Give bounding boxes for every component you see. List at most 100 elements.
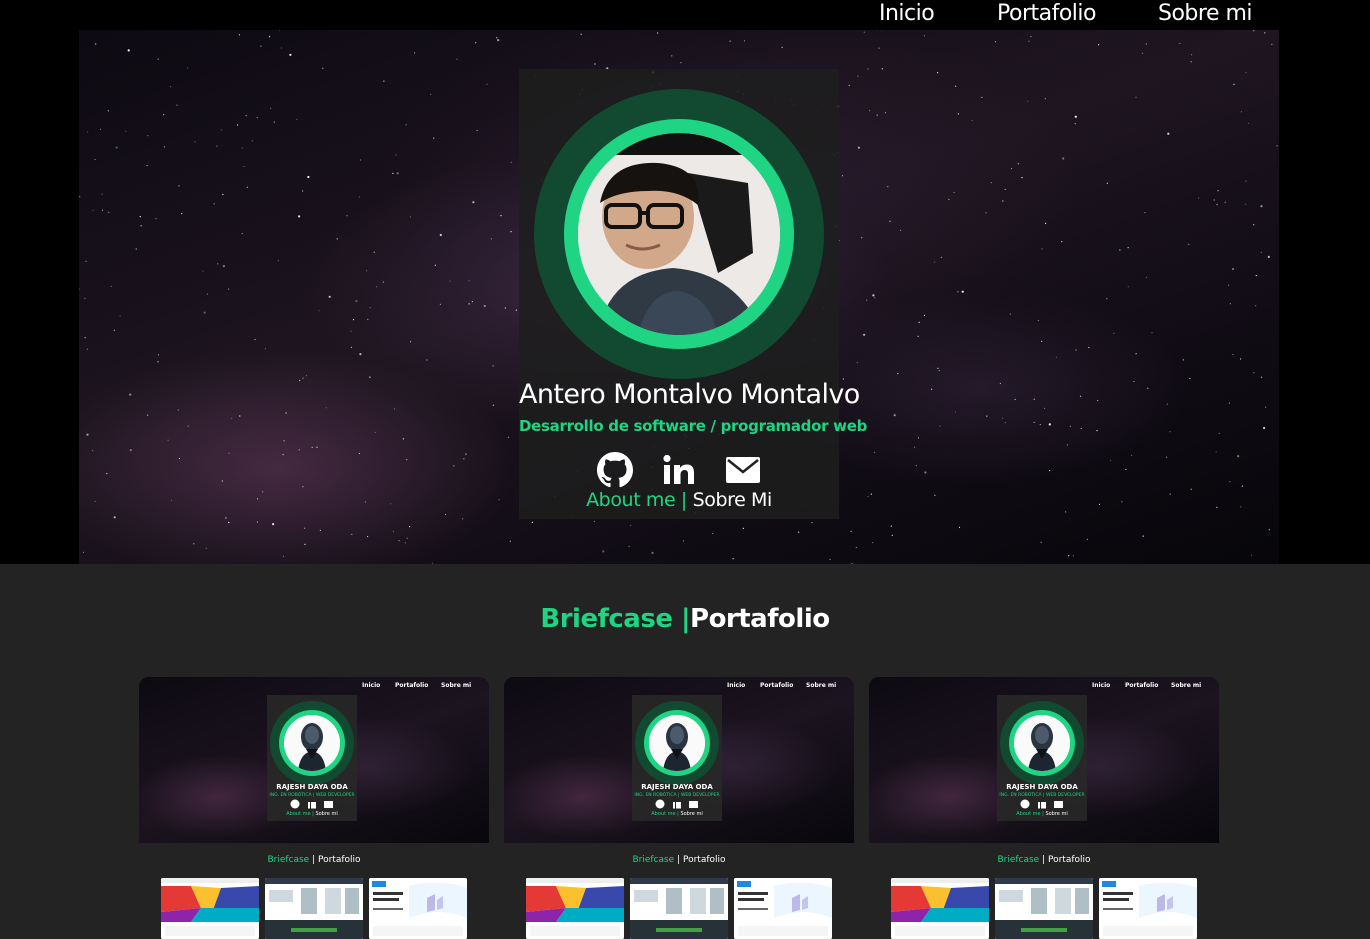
- star: [1097, 399, 1099, 402]
- portfolio-section: Briefcase |Portafolio Inicio Portafolio …: [0, 564, 1370, 939]
- star: [350, 330, 352, 332]
- star: [245, 115, 247, 117]
- star: [410, 341, 412, 343]
- about-link[interactable]: About me | Sobre Mi: [519, 489, 839, 511]
- preview-nav-sobre-mi: Sobre mi: [1171, 682, 1202, 689]
- star: [1237, 455, 1240, 458]
- star: [1086, 538, 1088, 540]
- star: [228, 288, 230, 290]
- star: [857, 146, 861, 149]
- star: [1009, 313, 1011, 315]
- star: [863, 31, 865, 33]
- star: [1030, 35, 1032, 38]
- project-title-es: | Portafolio: [1039, 855, 1091, 865]
- star: [94, 500, 96, 502]
- project-card[interactable]: Inicio Portafolio Sobre mi RAJESH DAYA O…: [869, 677, 1219, 939]
- project-thumbnail-purifier[interactable]: [369, 878, 467, 939]
- star: [262, 491, 264, 493]
- star: [406, 459, 408, 461]
- nav-sobre-mi[interactable]: Sobre mi: [1158, 0, 1253, 28]
- star: [268, 36, 271, 38]
- star: [92, 209, 94, 211]
- star: [1004, 422, 1007, 424]
- star: [346, 215, 348, 217]
- star: [1135, 96, 1137, 98]
- star: [1044, 407, 1046, 409]
- project-thumbnail-appliances[interactable]: [630, 878, 728, 939]
- star: [1267, 255, 1270, 258]
- star: [1190, 488, 1192, 490]
- preview-nav-portafolio: Portafolio: [760, 682, 794, 689]
- star: [1017, 163, 1019, 165]
- project-thumbnail-robotica[interactable]: [891, 878, 989, 939]
- star: [374, 431, 376, 433]
- star: [205, 547, 207, 549]
- project-card[interactable]: Inicio Portafolio Sobre mi RAJESH DAYA O…: [504, 677, 854, 939]
- star: [861, 237, 863, 239]
- star: [1066, 444, 1068, 446]
- star: [915, 465, 918, 467]
- star: [1075, 349, 1077, 351]
- star: [147, 135, 149, 137]
- project-preview[interactable]: Inicio Portafolio Sobre mi RAJESH DAYA O…: [139, 677, 489, 843]
- project-thumbnail-robotica[interactable]: [526, 878, 624, 939]
- star: [1080, 427, 1082, 430]
- star: [228, 452, 230, 454]
- star: [216, 145, 218, 147]
- star: [856, 362, 858, 364]
- star: [1169, 431, 1171, 433]
- project-thumbnail-robotica[interactable]: [161, 878, 259, 939]
- star: [328, 295, 331, 298]
- star: [872, 542, 874, 544]
- project-thumbnail-appliances[interactable]: [995, 878, 1093, 939]
- star: [101, 209, 104, 211]
- github-icon[interactable]: [597, 452, 633, 488]
- nav-inicio[interactable]: Inicio: [879, 0, 935, 28]
- project-preview[interactable]: Inicio Portafolio Sobre mi RAJESH DAYA O…: [504, 677, 854, 843]
- star: [1045, 222, 1047, 224]
- star: [171, 499, 173, 501]
- star: [359, 159, 362, 161]
- star: [841, 175, 844, 177]
- project-thumbnail-purifier[interactable]: [734, 878, 832, 939]
- profile-name: Antero Montalvo Montalvo: [519, 379, 860, 410]
- star: [110, 285, 112, 287]
- preview-avatar-ring-accent: [1009, 710, 1075, 776]
- star: [1265, 406, 1267, 408]
- star: [1271, 43, 1273, 45]
- star: [651, 551, 654, 555]
- star: [1147, 387, 1149, 389]
- project-thumbnail-purifier[interactable]: [1099, 878, 1197, 939]
- star: [504, 307, 506, 309]
- star: [465, 453, 467, 455]
- profile-card: Antero Montalvo Montalvo Desarrollo de s…: [519, 69, 867, 519]
- star: [1240, 358, 1242, 360]
- preview-avatar-ring: [1000, 701, 1084, 785]
- star: [115, 146, 118, 149]
- project-thumbnails: [161, 878, 467, 939]
- nav-portafolio[interactable]: Portafolio: [997, 0, 1096, 28]
- star: [404, 542, 406, 544]
- star: [439, 233, 442, 237]
- star: [1119, 249, 1121, 251]
- star: [359, 353, 362, 356]
- star: [866, 299, 868, 301]
- star: [961, 290, 964, 293]
- star: [1040, 541, 1042, 543]
- star: [985, 212, 987, 214]
- star: [364, 501, 366, 503]
- star: [193, 543, 195, 545]
- project-thumbnail-appliances[interactable]: [265, 878, 363, 939]
- star: [1088, 346, 1090, 349]
- star: [507, 436, 509, 438]
- project-preview[interactable]: Inicio Portafolio Sobre mi RAJESH DAYA O…: [869, 677, 1219, 843]
- star: [299, 379, 301, 382]
- project-card[interactable]: Inicio Portafolio Sobre mi RAJESH DAYA O…: [139, 677, 489, 939]
- star: [396, 172, 399, 175]
- mail-icon[interactable]: [725, 452, 761, 488]
- star: [369, 376, 371, 378]
- star: [510, 231, 512, 233]
- linkedin-icon[interactable]: [661, 452, 697, 488]
- star: [108, 211, 110, 213]
- project-title: Briefcase | Portafolio: [504, 855, 854, 865]
